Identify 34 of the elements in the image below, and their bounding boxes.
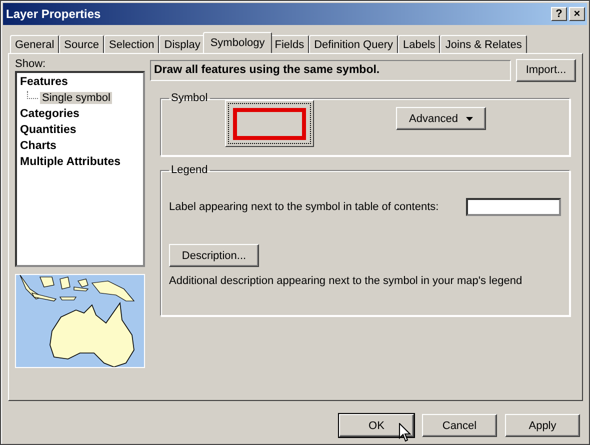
tab[interactable]: Display <box>159 35 206 53</box>
group-title: Symbol <box>170 92 209 104</box>
label-text: Label appearing next to the symbol in table of contents: <box>169 201 439 213</box>
tab[interactable]: Labels <box>398 35 440 53</box>
help-button[interactable]: ? <box>551 7 567 21</box>
description-button[interactable]: Description... <box>169 244 259 267</box>
dialog-button[interactable]: OK <box>339 414 414 437</box>
dialog-button[interactable]: Apply <box>505 414 580 437</box>
tree-item[interactable]: Multiple Attributes <box>19 156 122 168</box>
description-bar: Draw all features using the same symbol. <box>150 60 511 80</box>
tree-item[interactable]: Quantities <box>19 124 78 136</box>
tab[interactable]: Joins & Relates <box>440 35 527 53</box>
tree-item[interactable]: Features <box>19 76 69 88</box>
advanced-button[interactable]: Advanced <box>396 107 486 130</box>
tab[interactable]: Definition Query <box>309 35 398 53</box>
label-input-field[interactable] <box>466 198 561 216</box>
caret-icon <box>466 116 473 120</box>
mouse-cursor-icon <box>399 423 411 442</box>
symbol-button[interactable] <box>225 100 314 147</box>
tree-item[interactable]: Charts <box>19 140 58 152</box>
dialog-button[interactable]: Cancel <box>422 414 497 437</box>
tab[interactable]: Source <box>59 35 104 53</box>
close-button[interactable]: × <box>569 7 585 21</box>
show-label: Show: <box>15 58 47 71</box>
window-title: Layer Properties <box>6 7 101 21</box>
tab[interactable]: Symbology <box>203 32 272 53</box>
tab[interactable]: General <box>10 35 60 53</box>
import-button[interactable]: Import... <box>516 58 576 82</box>
tree-item[interactable]: Single symbol <box>40 92 112 104</box>
tab[interactable]: Fields <box>270 35 310 53</box>
tab[interactable]: Selection <box>104 35 160 53</box>
description-note: Additional description appearing next to the symbol in your map's legend <box>169 275 524 287</box>
tree-item[interactable]: Categories <box>19 108 80 120</box>
group-title: Legend <box>170 164 209 176</box>
